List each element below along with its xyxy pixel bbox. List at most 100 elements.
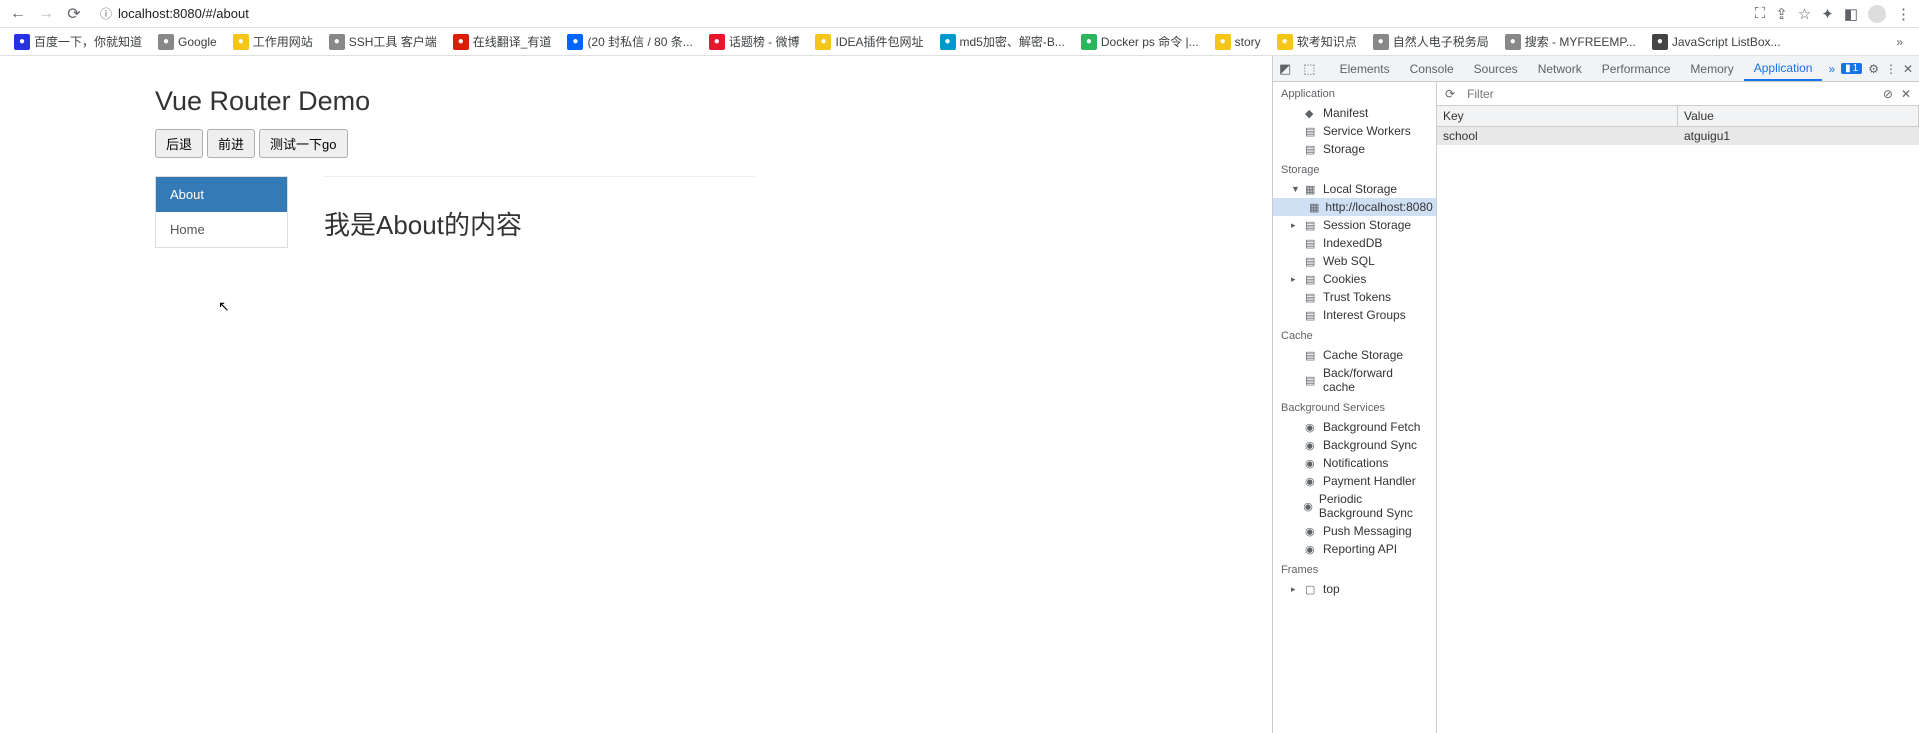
bookmark-icon: ● <box>1081 34 1097 50</box>
bookmark-item[interactable]: ●IDEA插件包网址 <box>809 31 929 52</box>
tree-item[interactable]: ◉Payment Handler <box>1273 472 1436 490</box>
tab-memory[interactable]: Memory <box>1680 56 1743 81</box>
bookmark-icon: ● <box>14 34 30 50</box>
bookmark-label: 工作用网站 <box>253 33 313 50</box>
table-row[interactable]: schoolatguigu1 <box>1437 127 1919 145</box>
extensions-icon[interactable]: ✦ <box>1821 5 1834 23</box>
bookmark-item[interactable]: ●在线翻译_有道 <box>447 31 558 52</box>
clear-icon[interactable]: ⊘ <box>1883 87 1893 101</box>
bookmark-item[interactable]: ●话题榜 - 微博 <box>703 31 806 52</box>
tree-item[interactable]: ▼▦Local Storage <box>1273 180 1436 198</box>
tree-item[interactable]: ▤Service Workers <box>1273 122 1436 140</box>
tree-item[interactable]: ▤Storage <box>1273 140 1436 158</box>
bookmark-item[interactable]: ●搜索 - MYFREEMP... <box>1499 31 1642 52</box>
address-bar[interactable]: ⓘ localhost:8080/#/about <box>92 3 1747 24</box>
back-button[interactable]: ← <box>8 4 28 24</box>
tree-item[interactable]: ◉ Push Messaging <box>1273 522 1436 540</box>
bookmark-item[interactable]: ●工作用网站 <box>227 31 319 52</box>
tab-network[interactable]: Network <box>1528 56 1592 81</box>
bookmark-icon: ● <box>329 34 345 50</box>
tree-label: Manifest <box>1323 106 1368 120</box>
tree-item[interactable]: ▤Cache Storage <box>1273 346 1436 364</box>
share-icon[interactable]: ⇪ <box>1775 5 1788 23</box>
tree-icon: ◉ <box>1305 475 1317 488</box>
tree-label: Trust Tokens <box>1323 290 1391 304</box>
filter-input[interactable] <box>1463 85 1875 103</box>
bookmark-item[interactable]: ●JavaScript ListBox... <box>1646 32 1787 52</box>
bookmark-icon: ● <box>709 34 725 50</box>
tree-item[interactable]: ▦http://localhost:8080 <box>1273 198 1436 216</box>
close-devtools-icon[interactable]: ✕ <box>1903 62 1913 76</box>
tree-icon: ▤ <box>1305 219 1317 232</box>
bookmark-item[interactable]: ●story <box>1209 32 1267 52</box>
more-icon[interactable]: ⋮ <box>1885 62 1897 76</box>
bookmark-icon: ● <box>453 34 469 50</box>
more-tabs-icon[interactable]: » <box>1822 62 1841 76</box>
bookmark-item[interactable]: ●SSH工具 客户端 <box>323 31 443 52</box>
translate-icon[interactable]: ⛶ <box>1755 5 1766 22</box>
tree-icon: ▤ <box>1305 143 1317 156</box>
bookmark-item[interactable]: ●软考知识点 <box>1271 31 1363 52</box>
tree-label: Push Messaging <box>1323 524 1412 538</box>
tree-icon: ◉ <box>1305 525 1317 538</box>
menu-icon[interactable]: ⋮ <box>1896 5 1911 23</box>
panel-icon[interactable]: ◧ <box>1844 5 1858 23</box>
tree-item[interactable]: ◆Manifest <box>1273 104 1436 122</box>
tree-item[interactable]: ▸▤Cookies <box>1273 270 1436 288</box>
test-go-btn[interactable]: 测试一下go <box>259 129 347 158</box>
tab-performance[interactable]: Performance <box>1592 56 1681 81</box>
table-header[interactable]: Value <box>1678 106 1919 126</box>
delete-icon[interactable]: ✕ <box>1901 87 1911 101</box>
bookmark-icon: ● <box>1277 34 1293 50</box>
tree-item[interactable]: ▸▢top <box>1273 580 1436 598</box>
tab-sources[interactable]: Sources <box>1464 56 1528 81</box>
bookmark-label: 自然人电子税务局 <box>1393 33 1489 50</box>
tree-label: IndexedDB <box>1323 236 1382 250</box>
inspect-icon[interactable]: ◩ <box>1273 61 1297 77</box>
bookmark-item[interactable]: ●(20 封私信 / 80 条... <box>561 31 698 52</box>
tree-item[interactable]: ◉Reporting API <box>1273 540 1436 558</box>
tree-item[interactable]: ▤IndexedDB <box>1273 234 1436 252</box>
forward-btn[interactable]: 前进 <box>207 129 255 158</box>
tree-item[interactable]: ▤Web SQL <box>1273 252 1436 270</box>
nav-item-about[interactable]: About <box>156 177 287 212</box>
caret-icon: ▸ <box>1291 274 1299 285</box>
settings-icon[interactable]: ⚙ <box>1868 62 1879 76</box>
tree-icon: ▦ <box>1305 183 1317 196</box>
device-icon[interactable]: ⬚ <box>1297 61 1321 77</box>
tree-item[interactable]: ◉Background Fetch <box>1273 418 1436 436</box>
tree-item[interactable]: ◉Background Sync <box>1273 436 1436 454</box>
bookmark-item[interactable]: ●自然人电子税务局 <box>1367 31 1495 52</box>
back-btn[interactable]: 后退 <box>155 129 203 158</box>
bookmark-label: 在线翻译_有道 <box>473 33 552 50</box>
profile-icon[interactable] <box>1868 5 1886 23</box>
message-badge[interactable]: ▮ 1 <box>1841 63 1862 74</box>
bookmark-item[interactable]: ●百度一下，你就知道 <box>8 31 148 52</box>
section-title: Application <box>1273 82 1436 104</box>
page-content: Vue Router Demo 后退前进测试一下go AboutHome 我是A… <box>0 56 1272 733</box>
tab-elements[interactable]: Elements <box>1330 56 1400 81</box>
refresh-icon[interactable]: ⟳ <box>1437 87 1463 101</box>
tree-item[interactable]: ▤Back/forward cache <box>1273 364 1436 396</box>
bookmark-label: IDEA插件包网址 <box>835 33 923 50</box>
bookmarks-more-icon[interactable]: » <box>1896 35 1911 49</box>
bookmark-item[interactable]: ●Google <box>152 32 223 52</box>
tree-label: Local Storage <box>1323 182 1397 196</box>
tab-console[interactable]: Console <box>1400 56 1464 81</box>
reload-button[interactable]: ⟳ <box>64 4 84 24</box>
bookmark-label: JavaScript ListBox... <box>1672 35 1781 49</box>
tree-item[interactable]: ▸▤Session Storage <box>1273 216 1436 234</box>
tree-item[interactable]: ▤Interest Groups <box>1273 306 1436 324</box>
tree-item[interactable]: ▤Trust Tokens <box>1273 288 1436 306</box>
tree-icon: ▤ <box>1305 349 1317 362</box>
bookmark-item[interactable]: ●md5加密、解密-B... <box>934 31 1071 52</box>
star-icon[interactable]: ☆ <box>1798 5 1811 23</box>
tab-application[interactable]: Application <box>1744 56 1823 81</box>
tree-item[interactable]: ◉Notifications <box>1273 454 1436 472</box>
forward-button[interactable]: → <box>36 4 56 24</box>
bookmark-item[interactable]: ●Docker ps 命令 |... <box>1075 31 1205 52</box>
table-header[interactable]: Key <box>1437 106 1678 126</box>
tree-icon: ▤ <box>1305 273 1317 286</box>
nav-item-home[interactable]: Home <box>156 212 287 247</box>
tree-item[interactable]: ◉Periodic Background Sync <box>1273 490 1436 522</box>
